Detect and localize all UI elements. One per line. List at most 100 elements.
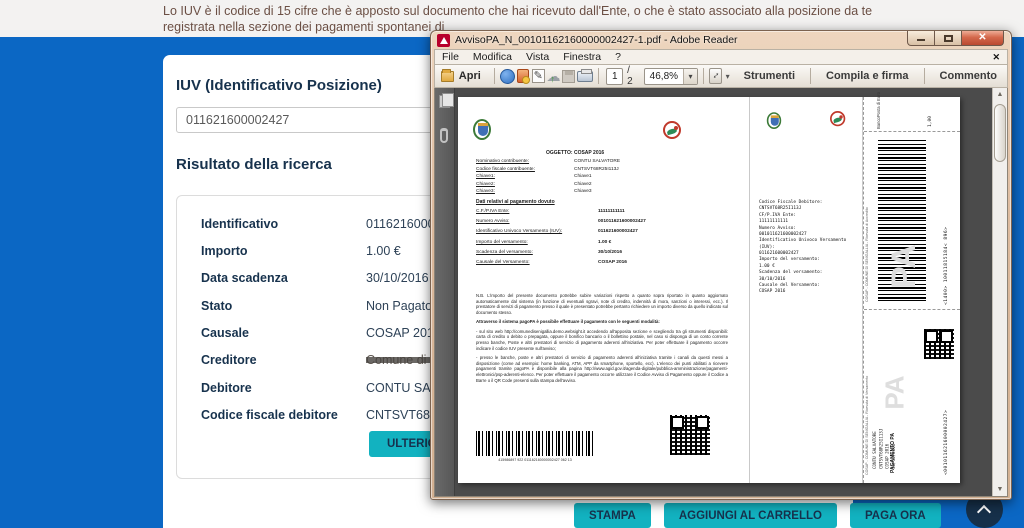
bullet-1: - sul sito web http://comunedisenigallia… <box>476 329 728 351</box>
row-label: Identificativo <box>201 217 366 231</box>
open-folder-icon[interactable] <box>441 71 454 82</box>
pen-icon: ✎ <box>532 69 545 83</box>
modalita-title: Attraverso il sistema pagoPA è possibile… <box>476 319 728 325</box>
screen: Lo IUV è il codice di 15 cifre che è app… <box>0 0 1024 528</box>
minimize-button[interactable] <box>907 31 935 46</box>
menu-vista[interactable]: Vista <box>519 51 556 63</box>
bancoposta-label: BancoPosta di Euro <box>876 99 881 129</box>
row-value: 30/10/2016 <box>366 271 429 285</box>
save-button[interactable] <box>561 67 576 85</box>
pagopa-logo <box>663 121 681 139</box>
sign-page-button[interactable]: ✎ <box>530 67 545 85</box>
reader-content: OGGETTO: COSAP 2016 Nominativo contribue… <box>434 88 1008 497</box>
send-file-button[interactable] <box>500 67 515 85</box>
print-doc-button[interactable] <box>577 67 593 85</box>
toolbar: Apri ✎ ☁↑ 1 / 2 46,8% ▾ ↕ ▾ Strumenti Co… <box>434 64 1008 88</box>
row-label: Codice fiscale debitore <box>201 408 366 422</box>
tools-panel-button[interactable]: Strumenti <box>734 70 805 82</box>
toolbar-overflow-icon[interactable]: ▾ <box>722 72 734 81</box>
toolbar-separator <box>810 68 811 84</box>
payment-data-rows: C.F./P.IVA Ente:11111111111 Numero Avvis… <box>476 209 726 270</box>
menu-modifica[interactable]: Modifica <box>466 51 519 63</box>
municipal-crest <box>472 115 494 142</box>
fill-sign-panel-button[interactable]: Compila e firma <box>816 70 919 82</box>
open-button[interactable]: Apri <box>454 70 489 82</box>
row-label: Data scadenza <box>201 271 366 285</box>
maximize-icon <box>944 35 953 42</box>
contributor-rows: Nominativo contribuente:CONTU SALVATORE … <box>476 159 714 197</box>
row-label: Debitore <box>201 381 366 395</box>
row-label: Importo <box>201 244 366 258</box>
scrollbar-thumb[interactable] <box>994 104 1006 162</box>
comment-panel-button[interactable]: Commento <box>930 70 1007 82</box>
toolbar-separator <box>924 68 925 84</box>
toolbar-separator <box>494 68 495 84</box>
maximize-button[interactable] <box>935 31 962 46</box>
toolbar-panels: Strumenti Compila e firma Commento <box>734 68 1007 84</box>
intro-line-2: registrata nella sezione dei pagamenti s… <box>163 20 444 34</box>
cloud-upload-button[interactable]: ☁↑ <box>546 67 561 85</box>
pdf-viewer[interactable]: OGGETTO: COSAP 2016 Nominativo contribue… <box>455 88 992 496</box>
vertical-scrollbar[interactable]: ▲ ▼ <box>992 88 1007 496</box>
document-close-icon[interactable]: ✕ <box>992 52 1007 63</box>
strip-label: COSAP - COMUNE DI SENIGALLIA - Ricevuta … <box>865 137 869 302</box>
printer-icon <box>577 71 593 82</box>
bollettino-section: COSAP - COMUNE DI SENIGALLIA - Ricevuta … <box>863 97 960 483</box>
zoom-dropdown-icon[interactable]: ▾ <box>683 69 697 84</box>
scroll-up-icon[interactable]: ▲ <box>993 91 1007 98</box>
zoom-control[interactable]: 46,8% ▾ <box>644 68 698 85</box>
print-button[interactable]: STAMPA <box>574 503 651 528</box>
row-label: Stato <box>201 299 366 313</box>
window-titlebar[interactable]: AvvisoPA_N_00101162160000002427-1.pdf - … <box>431 31 1011 49</box>
pagopa-logo <box>830 111 845 126</box>
page-number-input[interactable]: 1 <box>606 68 623 85</box>
pdf-page: OGGETTO: COSAP 2016 Nominativo contribue… <box>458 97 960 483</box>
municipal-crest <box>766 109 784 131</box>
intro-line-1: Lo IUV è il codice di 15 cifre che è app… <box>163 4 872 18</box>
notice-paragraphs: N.B. L'importo del presente documento po… <box>476 293 728 387</box>
qr-code <box>924 329 954 359</box>
menu-file[interactable]: File <box>435 51 466 63</box>
qr-code <box>670 415 710 455</box>
page-thumbnails-icon[interactable] <box>439 95 450 108</box>
add-to-cart-button[interactable]: AGGIUNGI AL CARRELLO <box>664 503 837 528</box>
bollettino-amount: 1,00 <box>928 103 933 127</box>
navigation-sidebar <box>435 88 455 496</box>
pagamento-pa-label: PAGAMENTO PA <box>890 427 896 473</box>
row-label: Causale <box>201 326 366 340</box>
page-total-label: / 2 <box>623 65 642 87</box>
row-value: 1.00 € <box>366 244 401 258</box>
barcode-caption: 415986897 922 011162160000002427 062 13 <box>476 458 594 462</box>
row-value: Non Pagato <box>366 299 432 313</box>
menu-finestra[interactable]: Finestra <box>556 51 608 63</box>
pay-now-button[interactable]: PAGA ORA <box>850 503 941 528</box>
close-icon: ✕ <box>978 33 986 43</box>
adobe-reader-window[interactable]: AvvisoPA_N_00101162160000002427-1.pdf - … <box>430 30 1012 500</box>
menu-bar: File Modifica Vista Finestra ? ✕ <box>434 49 1008 64</box>
close-button[interactable]: ✕ <box>962 31 1004 46</box>
toolbar-separator <box>703 68 704 84</box>
scroll-down-icon[interactable]: ▼ <box>993 486 1007 493</box>
cut-line <box>864 131 960 132</box>
minimize-icon <box>917 39 925 41</box>
toolbar-separator <box>598 68 599 84</box>
barcode <box>476 431 594 456</box>
results-title: Risultato della ricerca <box>176 156 332 173</box>
zoom-value[interactable]: 46,8% <box>645 71 683 82</box>
menu-help[interactable]: ? <box>608 51 628 63</box>
avviso-coupon-section: Codice Fiscale Debitore: CNTSVT68R25I113… <box>750 97 862 483</box>
nb-paragraph: N.B. L'importo del presente documento po… <box>476 293 728 315</box>
convert-pdf-button[interactable] <box>515 67 530 85</box>
strip-label: COSAP - COMUNE DI SENIGALLIA - Ricevuta … <box>865 315 869 475</box>
send-file-icon <box>500 69 515 84</box>
oggetto-line: OGGETTO: COSAP 2016 <box>546 150 604 156</box>
chevron-up-icon <box>977 505 991 519</box>
bullet-2: - presso le banche, poste e altri presta… <box>476 355 728 383</box>
ocr-number-line: <1400> 10011815184< 896> <box>944 137 949 305</box>
window-title: AvvisoPA_N_00101162160000002427-1.pdf - … <box>455 34 738 46</box>
resize-pan-icon[interactable]: ↕ <box>709 68 722 84</box>
avviso-main-section: OGGETTO: COSAP 2016 Nominativo contribue… <box>458 97 749 483</box>
payment-data-title: Dati relativi al pagamento dovuto <box>476 199 555 205</box>
cut-line <box>864 309 960 310</box>
attachments-paperclip-icon[interactable] <box>440 128 448 143</box>
